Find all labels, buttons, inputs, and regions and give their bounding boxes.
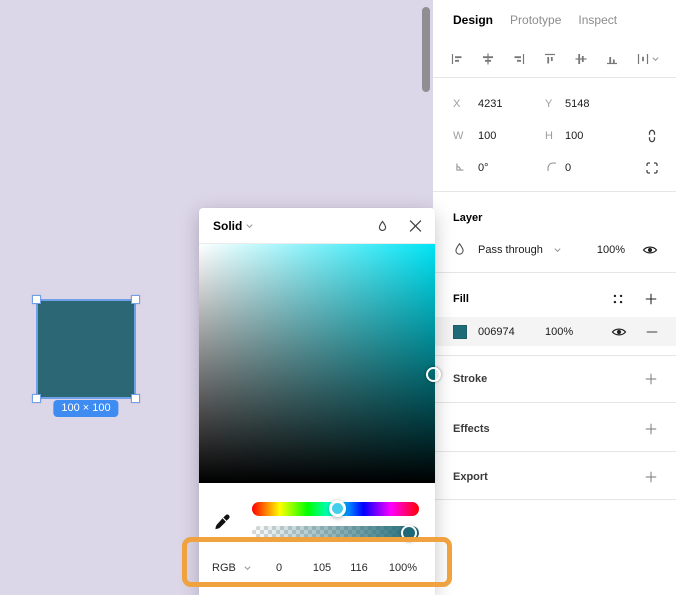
w-label: W — [453, 130, 464, 142]
fill-opacity-field[interactable]: 100% — [545, 326, 573, 338]
fill-section-title: Fill — [453, 293, 469, 305]
minus-icon[interactable] — [646, 330, 658, 334]
corner-radius-field[interactable]: 0 — [565, 162, 571, 174]
layer-section-title: Layer — [453, 212, 483, 224]
h-field[interactable]: 100 — [565, 130, 583, 142]
w-field[interactable]: 100 — [478, 130, 496, 142]
y-label: Y — [545, 98, 553, 110]
divider — [433, 355, 676, 356]
chevron-down-icon — [553, 246, 562, 254]
fill-row[interactable]: 006974 100% — [433, 317, 676, 346]
eye-icon[interactable] — [642, 242, 658, 258]
layer-opacity-field[interactable]: 100% — [593, 244, 625, 256]
align-top-icon[interactable] — [542, 51, 558, 67]
inspector-tabs: Design Prototype Inspect — [433, 0, 676, 40]
align-left-icon[interactable] — [449, 51, 465, 67]
divider — [433, 77, 676, 78]
stroke-section: Stroke — [433, 366, 676, 392]
fill-hex-field[interactable]: 006974 — [478, 326, 515, 338]
stroke-section-title: Stroke — [453, 373, 488, 385]
tab-prototype[interactable]: Prototype — [510, 13, 561, 27]
alignment-toolbar — [433, 40, 676, 77]
rotation-field[interactable]: 0° — [478, 162, 489, 174]
droplet-icon — [452, 241, 467, 256]
hue-slider-handle[interactable] — [329, 500, 346, 517]
divider — [433, 451, 676, 452]
selection-handle-top-right[interactable] — [131, 295, 140, 304]
layer-section-header: Layer — [433, 207, 676, 229]
selection-size-badge: 100 × 100 — [53, 400, 119, 417]
fill-section-header: Fill — [433, 286, 676, 312]
plus-icon[interactable] — [644, 372, 658, 386]
fill-color-swatch[interactable] — [453, 324, 467, 339]
align-bottom-icon[interactable] — [604, 51, 620, 67]
position-row: X 4231 Y 5148 — [433, 91, 676, 117]
plus-icon[interactable] — [644, 422, 658, 436]
corner-radius-icon — [545, 160, 559, 174]
paint-type-select[interactable]: Solid — [213, 219, 242, 233]
selection-handle-bottom-right[interactable] — [131, 394, 140, 403]
rotation-icon — [453, 160, 467, 174]
chevron-down-icon — [245, 222, 254, 230]
effects-section-title: Effects — [453, 423, 490, 435]
selection-handle-bottom-left[interactable] — [32, 394, 41, 403]
blend-mode-select[interactable]: Pass through — [478, 244, 543, 256]
tab-design[interactable]: Design — [453, 13, 493, 27]
highlight-box — [182, 537, 452, 587]
saturation-brightness-field[interactable] — [199, 244, 435, 483]
effects-section: Effects — [433, 416, 676, 442]
export-section-title: Export — [453, 471, 488, 483]
divider — [433, 191, 676, 192]
align-right-icon[interactable] — [511, 51, 527, 67]
eye-icon[interactable] — [611, 324, 627, 340]
color-field-handle[interactable] — [426, 367, 441, 382]
rotation-row: 0° 0 — [433, 155, 676, 181]
fill-styles-icon[interactable] — [611, 292, 625, 306]
tab-inspect[interactable]: Inspect — [578, 13, 617, 27]
x-field[interactable]: 4231 — [478, 98, 502, 110]
chevron-down-icon — [652, 56, 659, 61]
export-section: Export — [433, 464, 676, 490]
size-row: W 100 H 100 — [433, 123, 676, 149]
selected-rectangle[interactable] — [32, 295, 140, 403]
canvas-scrollbar[interactable] — [422, 7, 430, 92]
divider — [433, 402, 676, 403]
constrain-proportions-icon[interactable] — [644, 128, 660, 144]
y-field[interactable]: 5148 — [565, 98, 589, 110]
divider — [433, 272, 676, 273]
plus-icon[interactable] — [644, 292, 658, 306]
align-vertical-centers-icon[interactable] — [573, 51, 589, 67]
droplet-icon[interactable] — [376, 219, 389, 232]
align-horizontal-centers-icon[interactable] — [480, 51, 496, 67]
selection-handle-top-left[interactable] — [32, 295, 41, 304]
divider — [433, 499, 676, 500]
h-label: H — [545, 130, 553, 142]
independent-corners-icon[interactable] — [644, 160, 660, 176]
distribute-icon[interactable] — [635, 51, 660, 67]
plus-icon[interactable] — [644, 470, 658, 484]
blend-row: Pass through 100% — [433, 237, 676, 263]
color-picker-header: Solid — [199, 208, 435, 244]
inspector-panel: Design Prototype Inspect X 4231 Y 5148 W… — [433, 0, 676, 595]
eyedropper-icon[interactable] — [213, 512, 233, 532]
x-label: X — [453, 98, 461, 110]
close-icon[interactable] — [409, 219, 422, 232]
